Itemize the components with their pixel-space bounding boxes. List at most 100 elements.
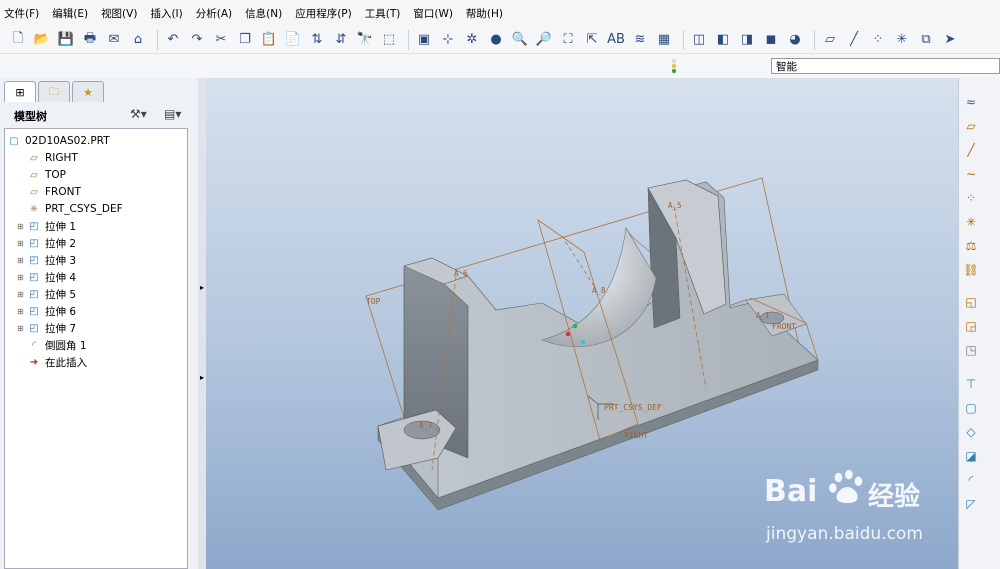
- tree-item-csys[interactable]: ✳ PRT_CSYS_DEF: [17, 201, 123, 217]
- panel-splitter[interactable]: ▸ ▸: [198, 78, 206, 569]
- tree-item-plane[interactable]: ▱ RIGHT: [17, 150, 78, 166]
- revolve-tool-icon[interactable]: ◲: [961, 316, 981, 336]
- new-file-icon[interactable]: 🗋: [8, 30, 28, 50]
- saved-views-icon[interactable]: AB: [606, 30, 626, 50]
- model-tree-icon: ⊞: [15, 85, 25, 99]
- menu-help[interactable]: 帮助(H): [462, 6, 507, 21]
- datum-points-display-icon[interactable]: ⁘: [868, 30, 888, 50]
- cut-icon[interactable]: ✂: [211, 30, 231, 50]
- spin-center-icon[interactable]: ⊹: [438, 30, 458, 50]
- enhanced-realism-icon[interactable]: ◕: [785, 30, 805, 50]
- view-manager-icon[interactable]: ▦: [654, 30, 674, 50]
- sketch-tool-icon[interactable]: ≈: [961, 92, 981, 112]
- expand-toggle-icon[interactable]: ⊞: [17, 256, 25, 265]
- csys-tool-icon[interactable]: ✳: [961, 212, 981, 232]
- datum-plane-tool-icon[interactable]: ▱: [961, 116, 981, 136]
- expand-toggle-icon[interactable]: ⊞: [17, 307, 25, 316]
- menu-info[interactable]: 信息(N): [241, 6, 286, 21]
- tree-settings-icon[interactable]: ⚒▾: [130, 107, 147, 121]
- extrude-icon: ◰: [29, 305, 39, 317]
- extrude-tool-icon[interactable]: ◱: [961, 292, 981, 312]
- select-arrow-icon[interactable]: ➤: [940, 30, 960, 50]
- expand-toggle-icon[interactable]: ⊞: [17, 239, 25, 248]
- menu-view[interactable]: 视图(V): [97, 6, 141, 21]
- main-body: [437, 181, 819, 499]
- mail-attach-icon[interactable]: ⌂: [128, 30, 148, 50]
- send-mail-icon[interactable]: ✉: [104, 30, 124, 50]
- hidden-line-icon[interactable]: ◧: [713, 30, 733, 50]
- regen-manager-icon[interactable]: ⇵: [331, 30, 351, 50]
- expand-toggle-icon[interactable]: ⊞: [17, 273, 25, 282]
- favorites-icon: ★: [83, 85, 93, 99]
- expand-toggle-icon[interactable]: ⊞: [17, 222, 25, 231]
- graphics-window[interactable]: TOP FRONT RIGHT PRT_CSYS_DEF A_1 A_5 A_6…: [206, 78, 958, 569]
- menu-applications[interactable]: 应用程序(P): [291, 6, 356, 21]
- orient-mode-icon[interactable]: ✲: [462, 30, 482, 50]
- connect-tool-icon[interactable]: ⛓: [961, 260, 981, 280]
- chamfer-tool-icon[interactable]: ◸: [961, 494, 981, 514]
- open-folder-icon[interactable]: 📂: [32, 30, 52, 50]
- menu-analysis[interactable]: 分析(A): [192, 6, 236, 21]
- sweep-tool-icon[interactable]: ◳: [961, 340, 981, 360]
- tree-item-root[interactable]: ▢ 02D10AS02.PRT: [5, 133, 109, 149]
- datum-axis-tool-icon[interactable]: ╱: [961, 140, 981, 160]
- expand-toggle-icon[interactable]: ⊞: [17, 290, 25, 299]
- tree-columns-icon[interactable]: ▤▾: [164, 107, 181, 121]
- tab-folder-browser[interactable]: 🗀: [38, 81, 70, 102]
- select-box-icon[interactable]: ⬚: [379, 30, 399, 50]
- tree-item-extrude[interactable]: ⊞ ◰ 拉伸 6: [17, 303, 76, 319]
- tree-item-extrude[interactable]: ⊞ ◰ 拉伸 3: [17, 252, 76, 268]
- round-tool-icon[interactable]: ◜: [961, 470, 981, 490]
- splitter-handle[interactable]: ▸: [200, 373, 204, 382]
- no-hidden-icon[interactable]: ◨: [737, 30, 757, 50]
- tree-item-extrude[interactable]: ⊞ ◰ 拉伸 4: [17, 269, 76, 285]
- copy-icon[interactable]: ❐: [235, 30, 255, 50]
- tree-item-plane[interactable]: ▱ FRONT: [17, 184, 81, 200]
- paste-icon[interactable]: 📋: [259, 30, 279, 50]
- tree-item-plane[interactable]: ▱ TOP: [17, 167, 66, 183]
- repaint-icon[interactable]: ▣: [414, 30, 434, 50]
- hole-tool-icon[interactable]: ⊤: [961, 374, 981, 394]
- menu-edit[interactable]: 编辑(E): [48, 6, 92, 21]
- tree-item-extrude[interactable]: ⊞ ◰ 拉伸 1: [17, 218, 76, 234]
- rib-tool-icon[interactable]: ◇: [961, 422, 981, 442]
- shell-tool-icon[interactable]: ▢: [961, 398, 981, 418]
- regenerate-icon[interactable]: ⇅: [307, 30, 327, 50]
- find-icon[interactable]: 🔭: [355, 30, 375, 50]
- undo-icon[interactable]: ↶: [163, 30, 183, 50]
- selection-filter-select[interactable]: 智能: [771, 58, 1000, 74]
- reorient-icon[interactable]: ⇱: [582, 30, 602, 50]
- annotation-display-icon[interactable]: ⧉: [916, 30, 936, 50]
- wireframe-icon[interactable]: ◫: [689, 30, 709, 50]
- shading-icon[interactable]: ◼: [761, 30, 781, 50]
- tree-item-extrude[interactable]: ⊞ ◰ 拉伸 2: [17, 235, 76, 251]
- expand-toggle-icon[interactable]: ⊞: [17, 324, 25, 333]
- datum-planes-display-icon[interactable]: ▱: [820, 30, 840, 50]
- datum-axes-display-icon[interactable]: ╱: [844, 30, 864, 50]
- analysis-feature-icon[interactable]: ⚖: [961, 236, 981, 256]
- paste-special-icon[interactable]: 📄: [283, 30, 303, 50]
- menu-file[interactable]: 文件(F): [0, 6, 43, 21]
- tree-item-round[interactable]: ◜ 倒圆角 1: [17, 337, 86, 353]
- tree-item-extrude[interactable]: ⊞ ◰ 拉伸 7: [17, 320, 76, 336]
- tab-favorites[interactable]: ★: [72, 81, 104, 102]
- refit-icon[interactable]: ⛶: [558, 30, 578, 50]
- draft-tool-icon[interactable]: ◪: [961, 446, 981, 466]
- datum-point-tool-icon[interactable]: ⁘: [961, 188, 981, 208]
- redo-icon[interactable]: ↷: [187, 30, 207, 50]
- datum-curve-tool-icon[interactable]: ∼: [961, 164, 981, 184]
- save-icon[interactable]: 💾: [56, 30, 76, 50]
- zoom-in-icon[interactable]: 🔍: [510, 30, 530, 50]
- tab-model-tree[interactable]: ⊞: [4, 81, 36, 102]
- appearance-icon[interactable]: ●: [486, 30, 506, 50]
- menu-insert[interactable]: 插入(I): [146, 6, 186, 21]
- layers-icon[interactable]: ≋: [630, 30, 650, 50]
- csys-display-icon[interactable]: ✳: [892, 30, 912, 50]
- splitter-handle[interactable]: ▸: [200, 283, 204, 292]
- tree-item-insert[interactable]: ➜ 在此插入: [17, 354, 87, 370]
- zoom-out-icon[interactable]: 🔎: [534, 30, 554, 50]
- tree-item-extrude[interactable]: ⊞ ◰ 拉伸 5: [17, 286, 76, 302]
- menu-window[interactable]: 窗口(W): [409, 6, 457, 21]
- menu-tools[interactable]: 工具(T): [361, 6, 405, 21]
- print-icon[interactable]: 🖶: [80, 30, 100, 50]
